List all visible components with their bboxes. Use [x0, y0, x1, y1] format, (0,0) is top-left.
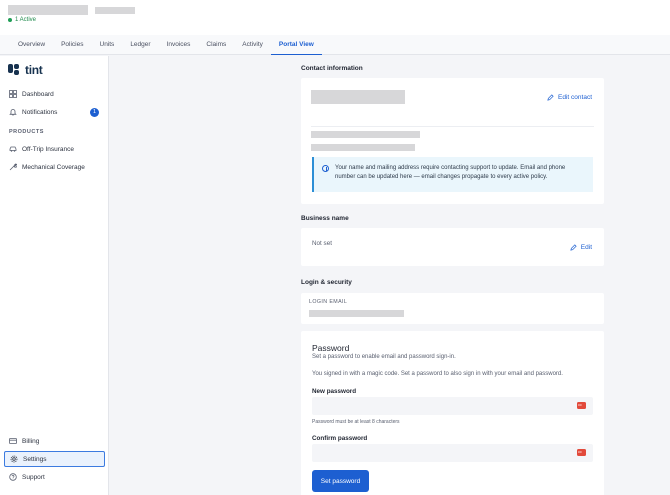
set-password-button[interactable]: Set password — [312, 470, 369, 492]
car-icon — [9, 145, 17, 153]
sidebar-item-label: Notifications — [22, 108, 58, 116]
edit-business-name-link[interactable]: Edit — [570, 244, 592, 251]
login-email-label: LOGIN EMAIL — [309, 299, 348, 305]
new-password-label: New password — [312, 388, 357, 395]
sidebar-item-label: Dashboard — [22, 90, 54, 98]
tab-units[interactable]: Units — [92, 35, 123, 55]
password-hint: Password must be at least 8 characters — [312, 419, 400, 425]
sidebar-item-notifications[interactable]: Notifications 1 — [4, 104, 105, 120]
active-status: 1 Active — [8, 17, 36, 23]
info-banner-text: Your name and mailing address require co… — [335, 165, 566, 180]
confirm-password-label: Confirm password — [312, 435, 368, 442]
tab-ledger[interactable]: Ledger — [122, 35, 158, 55]
pencil-icon — [547, 94, 554, 101]
contact-section-title: Contact information — [301, 65, 363, 72]
password-card: Password Set a password to enable email … — [301, 331, 604, 495]
sidebar-item-label: Support — [22, 473, 45, 481]
password-subtitle: Set a password to enable email and passw… — [312, 354, 456, 360]
redacted-login-email — [309, 310, 404, 317]
bell-icon — [9, 108, 17, 116]
gear-icon — [10, 455, 18, 463]
tab-claims[interactable]: Claims — [198, 35, 234, 55]
redacted-account-id — [95, 7, 135, 14]
password-magic-code-note: You signed in with a magic code. Set a p… — [312, 371, 563, 377]
products-section-label: PRODUCTS — [9, 129, 44, 135]
login-section-title: Login & security — [301, 279, 352, 286]
sidebar-item-label: Mechanical Coverage — [22, 163, 85, 171]
login-email-card: LOGIN EMAIL — [301, 293, 604, 324]
sidebar-item-off-trip-insurance[interactable]: Off-Trip Insurance — [4, 141, 105, 157]
redacted-account-name — [8, 5, 88, 15]
notification-count-badge: 1 — [90, 107, 99, 117]
grid-icon — [9, 90, 17, 98]
password-manager-icon[interactable] — [577, 449, 586, 456]
account-header: 1 Active — [0, 0, 670, 35]
tab-bar: Overview Policies Units Ledger Invoices … — [0, 35, 670, 55]
tab-invoices[interactable]: Invoices — [159, 35, 199, 55]
business-card: Not set Edit — [301, 228, 604, 266]
info-banner: Your name and mailing address require co… — [312, 157, 593, 192]
business-section-title: Business name — [301, 215, 349, 222]
sidebar-item-mechanical-coverage[interactable]: Mechanical Coverage — [4, 159, 105, 175]
sidebar-item-label: Settings — [23, 455, 47, 463]
sidebar-item-dashboard[interactable]: Dashboard — [4, 86, 105, 102]
edit-business-name-label: Edit — [580, 244, 592, 251]
contact-card: Edit contact Your name and mailing addre… — [301, 78, 604, 204]
divider — [311, 126, 594, 127]
help-icon — [9, 473, 17, 481]
tab-policies[interactable]: Policies — [53, 35, 91, 55]
redacted-contact-email — [311, 131, 420, 138]
sidebar-item-label: Billing — [22, 437, 40, 445]
redacted-contact-name — [311, 90, 405, 104]
sidebar-item-support[interactable]: Support — [4, 469, 105, 485]
redacted-contact-phone — [311, 144, 415, 151]
sidebar-item-label: Off-Trip Insurance — [22, 145, 75, 153]
info-icon — [322, 165, 329, 172]
tab-portal-view[interactable]: Portal View — [270, 35, 322, 55]
wrench-icon — [9, 163, 17, 171]
tint-logo-mark-icon — [8, 64, 21, 76]
edit-contact-link[interactable]: Edit contact — [547, 94, 592, 101]
tint-logo[interactable]: tint — [8, 63, 43, 77]
password-manager-icon[interactable] — [577, 402, 586, 409]
pencil-icon — [570, 244, 577, 251]
business-name-value: Not set — [312, 240, 332, 247]
tab-activity[interactable]: Activity — [234, 35, 271, 55]
sidebar-item-settings[interactable]: Settings — [4, 451, 105, 467]
password-title: Password — [312, 343, 350, 353]
confirm-password-input[interactable] — [312, 444, 593, 462]
new-password-input[interactable] — [312, 397, 593, 415]
logo-text: tint — [25, 63, 43, 77]
card-icon — [9, 437, 17, 445]
edit-contact-label: Edit contact — [558, 94, 592, 101]
status-dot-icon — [8, 18, 12, 22]
tab-overview[interactable]: Overview — [10, 35, 53, 55]
sidebar: tint Dashboard Notifications 1 PRODUCTS … — [0, 56, 109, 495]
sidebar-item-billing[interactable]: Billing — [4, 433, 105, 449]
active-status-label: 1 Active — [15, 17, 37, 23]
